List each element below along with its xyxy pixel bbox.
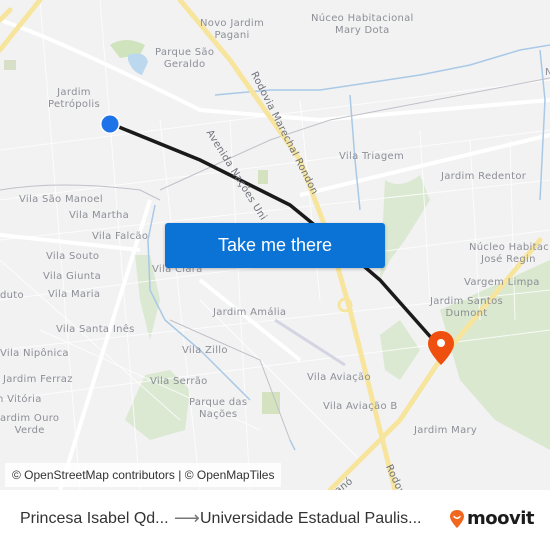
destination-stop-name: Universidade Estadual Paulis... bbox=[200, 510, 422, 527]
label-vila-niponica: Vila Nipônica bbox=[0, 348, 69, 359]
origin-stop-name: Princesa Isabel Qd... bbox=[20, 510, 169, 527]
label-duto: duto bbox=[0, 290, 24, 301]
destination-pin-icon[interactable] bbox=[426, 330, 456, 368]
moovit-wordmark: moovit bbox=[467, 508, 535, 529]
label-n-edge: N bbox=[545, 67, 550, 78]
route-footer: Princesa Isabel Qd... ⟶ Universidade Est… bbox=[0, 490, 550, 550]
arrow-right-icon: ⟶ bbox=[174, 508, 200, 529]
moovit-pin-icon bbox=[450, 509, 464, 528]
label-vila-maria: Vila Maria bbox=[48, 289, 101, 300]
label-vila-giunta: Vila Giunta bbox=[43, 271, 102, 282]
label-vila-falcao: Vila Falcão bbox=[92, 231, 149, 242]
park-area bbox=[262, 392, 280, 414]
moovit-logo[interactable]: moovit bbox=[449, 508, 535, 529]
label-vila-serrao: Vila Serrão bbox=[150, 376, 208, 387]
label-vila-martha: Vila Martha bbox=[69, 210, 130, 221]
origin-marker-icon[interactable] bbox=[98, 112, 122, 136]
label-jardim-ouro-verde: ardim Ouro Verde bbox=[0, 413, 60, 436]
map-view[interactable]: Rodovia Marechal Rondon Avenida Nações U… bbox=[0, 0, 550, 490]
label-jardim-ferraz: Jardim Ferraz bbox=[3, 374, 73, 385]
label-jardim-mary: Jardim Mary bbox=[414, 425, 478, 436]
label-nucleo-mary-dota: Núceo Habitacional Mary Dota bbox=[311, 13, 414, 36]
label-jardim-petropolis: Jardim Petrópolis bbox=[48, 87, 100, 110]
label-vila-triagem: Vila Triagem bbox=[339, 151, 404, 162]
park-area bbox=[258, 170, 268, 184]
label-novo-jardim-pagani: Novo Jardim Pagani bbox=[200, 18, 264, 41]
lake bbox=[128, 53, 148, 75]
park-area bbox=[380, 320, 420, 380]
label-vila-sao-manoel: Vila São Manoel bbox=[19, 194, 103, 205]
label-vila-aviacao-b: Vila Aviação B bbox=[323, 401, 398, 412]
map-attribution[interactable]: © OpenStreetMap contributors | © OpenMap… bbox=[5, 463, 282, 487]
label-vila-aviacao: Vila Aviação bbox=[307, 372, 371, 383]
airport-runway bbox=[274, 318, 346, 367]
label-parque-das-nacoes: Parque das Nações bbox=[189, 397, 248, 420]
label-vila-zillo: Vila Zillo bbox=[182, 345, 228, 356]
label-vila-santa-ines: Vila Santa Inês bbox=[56, 324, 135, 335]
label-jardim-santos-dumont: Jardim Santos Dumont bbox=[430, 296, 504, 319]
label-vitoria: n Vitória bbox=[0, 394, 42, 405]
label-jardim-redentor: Jardim Redentor bbox=[441, 171, 527, 182]
label-nucleo-jose-regino: Núcleo Habitac José Regin bbox=[469, 242, 550, 265]
label-vargem-limpa: Vargem Limpa bbox=[464, 277, 540, 288]
take-me-there-button[interactable]: Take me there bbox=[165, 223, 385, 268]
park-area bbox=[380, 175, 430, 280]
park-area bbox=[4, 60, 16, 70]
label-vila-souto: Vila Souto bbox=[46, 251, 100, 262]
label-parque-sao-geraldo: Parque São Geraldo bbox=[155, 47, 215, 70]
label-jardim-amalia: Jardim Amália bbox=[213, 307, 287, 318]
